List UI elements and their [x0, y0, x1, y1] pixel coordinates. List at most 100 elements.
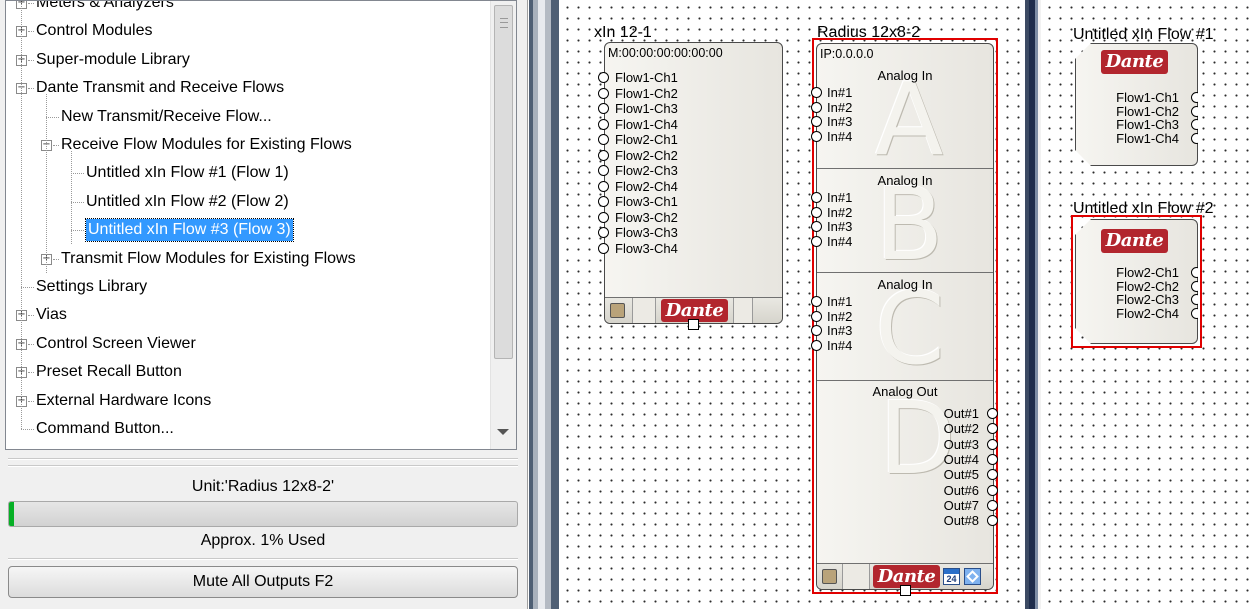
io-card-d[interactable]: D Analog Out Out#1 Out#2 Out#3 Out#4 Out#5 Out#…: [817, 381, 998, 564]
card-title: Analog In: [877, 277, 933, 292]
port-label: In#3: [827, 114, 853, 130]
output-pin[interactable]: [987, 438, 998, 450]
output-pin[interactable]: [987, 484, 998, 496]
tree-item[interactable]: − Receive Flow Modules for Existing Flows: [6, 131, 490, 159]
tree-item[interactable]: + Control Screen Viewer: [6, 330, 490, 358]
input-pin[interactable]: [811, 221, 822, 233]
input-pin[interactable]: [598, 118, 609, 130]
tree-item[interactable]: Untitled xIn Flow #3 (Flow 3): [6, 216, 490, 244]
divider: [8, 465, 518, 467]
input-pin[interactable]: [811, 339, 822, 351]
divider: [8, 558, 518, 560]
channel-label: Flow3-Ch3: [615, 225, 678, 240]
input-pin[interactable]: [598, 242, 609, 254]
channel-label: Flow2-Ch3: [615, 163, 678, 178]
design-canvas[interactable]: xIn 12-1 M:00:00:00:00:00:00 Flow1-Ch1 Fl…: [559, 0, 1021, 609]
status-led-icon: [822, 569, 837, 584]
input-pin[interactable]: [811, 235, 822, 247]
output-pin[interactable]: [987, 499, 998, 511]
input-pin[interactable]: [598, 165, 609, 176]
tree-scrollbar[interactable]: [490, 1, 516, 449]
usage-progress-bar: [8, 501, 518, 527]
flow2-module[interactable]: Dante Flow2-Ch1 Flow2-Ch2 Flow2-Ch3 Flow2-C…: [1075, 219, 1198, 344]
tree-item[interactable]: + External Hardware Icons: [6, 387, 490, 415]
tree-item[interactable]: + Preset Recall Button: [6, 358, 490, 386]
object-palette-panel: + Meters & Analyzers + Control Modules + Supe…: [0, 0, 528, 609]
input-pin[interactable]: [598, 87, 609, 99]
tree-item-label: Command Button...: [36, 420, 174, 437]
channel-label: Flow2-Ch1: [615, 132, 678, 147]
card-title: Analog In: [877, 173, 933, 188]
input-pin[interactable]: [598, 149, 609, 161]
output-pin[interactable]: [987, 408, 998, 419]
calendar-icon[interactable]: 24: [943, 568, 960, 585]
grip-icon: [500, 18, 508, 28]
input-pin[interactable]: [598, 211, 609, 223]
output-pin[interactable]: [1191, 106, 1202, 117]
mac-address: M:00:00:00:00:00:00: [608, 46, 723, 60]
tree-item-label: New Transmit/Receive Flow...: [61, 107, 272, 125]
input-pin[interactable]: [811, 192, 822, 203]
input-pin[interactable]: [598, 180, 609, 192]
tree-item[interactable]: + Super-module Library: [6, 46, 490, 74]
input-pin[interactable]: [811, 325, 822, 337]
channel-label: Flow1-Ch3: [1116, 117, 1179, 133]
footer-slot: [632, 298, 656, 323]
io-card-a[interactable]: A Analog In In#1 In#2 In#3 In#4: [811, 61, 993, 178]
tree-item[interactable]: Untitled xIn Flow #1 (Flow 1): [6, 159, 490, 187]
tree-item-label: Super-module Library: [36, 50, 190, 68]
input-pin[interactable]: [598, 227, 609, 238]
scroll-down-arrow-icon[interactable]: [497, 429, 509, 435]
tree-item[interactable]: − Dante Transmit and Receive Flows: [6, 74, 490, 102]
tree-item[interactable]: + Meters & Analyzers: [6, 1, 490, 17]
input-pin[interactable]: [811, 310, 822, 322]
output-pin[interactable]: [1191, 92, 1202, 103]
mute-all-outputs-button[interactable]: Mute All Outputs F2: [8, 566, 518, 598]
panel-splitter[interactable]: [529, 0, 559, 609]
output-pin[interactable]: [987, 453, 998, 465]
input-pin[interactable]: [598, 134, 609, 145]
settings-icon[interactable]: [964, 568, 981, 585]
tree-item-label: Control Modules: [36, 22, 153, 40]
tree-connector: [71, 173, 84, 175]
tree-item[interactable]: Command Button...: [6, 415, 490, 443]
port-label: Out#3: [943, 436, 979, 452]
channel-label: Flow1-Ch3: [615, 101, 678, 116]
input-pin[interactable]: [811, 87, 822, 98]
tree-item[interactable]: New Transmit/Receive Flow...: [6, 103, 490, 131]
scrollbar-thumb[interactable]: [494, 5, 513, 359]
tree-item[interactable]: + Transmit Flow Modules for Existing Flow…: [6, 245, 490, 273]
tree-item[interactable]: Settings Library: [6, 273, 490, 301]
network-port[interactable]: [688, 319, 699, 330]
input-pin[interactable]: [598, 103, 609, 114]
output-pin[interactable]: [1191, 119, 1202, 130]
port-label: In#3: [827, 323, 853, 339]
radius-module[interactable]: IP:0.0.0.0 A Analog In In#1 In#2 In#3 In#4 B An…: [811, 43, 998, 590]
xin-module[interactable]: M:00:00:00:00:00:00 Flow1-Ch1 Flow1-Ch2 Fl…: [598, 42, 783, 324]
tree-item[interactable]: + Vias: [6, 301, 490, 329]
channel-label: Flow1-Ch2: [1116, 103, 1179, 119]
channel-label: Flow1-Ch4: [1116, 130, 1179, 146]
flow1-module[interactable]: Dante Flow1-Ch1 Flow1-Ch2 Flow1-Ch3 Flow1-C…: [1075, 43, 1198, 166]
network-port[interactable]: [900, 585, 911, 596]
input-pin[interactable]: [598, 196, 609, 207]
input-pin[interactable]: [811, 206, 822, 218]
input-pin[interactable]: [598, 72, 609, 83]
design-canvas-2[interactable]: Untitled xIn Flow #1 Dante Flow1-Ch1 Flow…: [1041, 0, 1252, 609]
io-card-b[interactable]: B Analog In In#1 In#2 In#3 In#4: [811, 169, 993, 275]
dante-logo: Dante: [1101, 50, 1168, 74]
port-label: In#1: [827, 190, 853, 205]
input-pin[interactable]: [811, 296, 822, 307]
tree-item[interactable]: Untitled xIn Flow #2 (Flow 2): [6, 188, 490, 216]
output-pin[interactable]: [1191, 133, 1202, 144]
card-letter: A: [875, 61, 944, 178]
input-pin[interactable]: [811, 101, 822, 113]
object-tree[interactable]: + Meters & Analyzers + Control Modules + Supe…: [5, 0, 517, 450]
tree-item[interactable]: + Control Modules: [6, 17, 490, 45]
port-label: Out#2: [943, 421, 979, 437]
input-pin[interactable]: [811, 130, 822, 142]
io-card-c[interactable]: C Analog In In#1 In#2 In#3 In#4: [811, 273, 993, 381]
footer-slot: [733, 298, 753, 323]
input-pin[interactable]: [811, 116, 822, 128]
tree-connector: [28, 59, 34, 61]
